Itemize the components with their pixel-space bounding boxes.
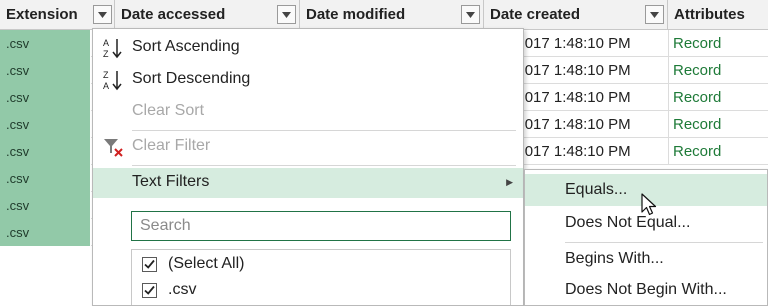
- menu-item-label: Sort Descending: [132, 70, 251, 87]
- extension-cell[interactable]: .csv: [0, 165, 91, 192]
- menu-separator: [132, 165, 516, 166]
- search-box[interactable]: [131, 211, 511, 241]
- column-divider: [668, 84, 669, 111]
- submenu-arrow-icon: ▶: [506, 177, 513, 187]
- search-input[interactable]: [132, 212, 510, 240]
- column-header-date-accessed[interactable]: Date accessed: [115, 0, 300, 30]
- column-header-label: Attributes: [674, 6, 745, 23]
- cell-text: .csv: [6, 117, 30, 132]
- menu-item-label: Clear Sort: [132, 102, 205, 119]
- list-item-select-all[interactable]: (Select All): [132, 252, 510, 278]
- menu-item-label: Clear Filter: [132, 137, 211, 154]
- svg-text:A: A: [103, 81, 109, 91]
- svg-text:Z: Z: [103, 49, 109, 59]
- column-header-date-modified[interactable]: Date modified: [300, 0, 484, 30]
- menu-item-sort-descending[interactable]: Z A Sort Descending: [93, 65, 523, 95]
- cell-text: .csv: [6, 63, 30, 78]
- column-divider: [668, 57, 669, 84]
- sort-ascending-icon: A Z: [101, 36, 125, 60]
- cell-text: .csv: [6, 36, 30, 51]
- column-header-label: Date created: [490, 6, 581, 23]
- mouse-pointer-icon: [641, 193, 657, 222]
- column-divider: [668, 111, 669, 138]
- extension-cell[interactable]: .csv: [0, 57, 91, 84]
- column-header-label: Extension: [6, 6, 78, 23]
- checkmark-icon: [144, 285, 155, 295]
- attributes-cell[interactable]: Record: [673, 89, 721, 106]
- column-header-attributes[interactable]: Attributes: [668, 0, 768, 30]
- menu-item-text-filters[interactable]: Text Filters ▶: [93, 168, 523, 198]
- cell-text: .csv: [6, 144, 30, 159]
- checkmark-icon: [144, 259, 155, 269]
- filter-value-list: (Select All) .csv: [131, 249, 511, 305]
- column-header-date-created[interactable]: Date created: [484, 0, 668, 30]
- filter-dropdown-button[interactable]: [277, 5, 296, 24]
- column-header-extension[interactable]: Extension: [0, 0, 115, 30]
- column-divider: [668, 30, 669, 57]
- list-item-label: (Select All): [168, 255, 245, 272]
- extension-cell[interactable]: .csv: [0, 138, 91, 165]
- filter-dropdown-button[interactable]: [645, 5, 664, 24]
- submenu-item-does-not-begin-with[interactable]: Does Not Begin With...: [525, 274, 767, 306]
- list-item-label: .csv: [168, 281, 197, 298]
- extension-cell[interactable]: .csv: [0, 192, 91, 219]
- menu-item-clear-filter[interactable]: Clear Filter: [93, 132, 523, 162]
- column-header-row: Extension Date accessed Date modified Da…: [0, 0, 768, 30]
- menu-separator: [132, 130, 516, 131]
- chevron-down-icon: [650, 12, 659, 18]
- chevron-down-icon: [282, 12, 291, 18]
- chevron-down-icon: [466, 12, 475, 18]
- filter-dropdown-button[interactable]: [93, 5, 112, 24]
- submenu-item-label: Does Not Equal...: [565, 214, 691, 231]
- checkbox[interactable]: [142, 283, 157, 298]
- list-item[interactable]: .csv: [132, 278, 510, 304]
- chevron-down-icon: [98, 12, 107, 18]
- column-divider: [668, 138, 669, 165]
- cell-text: .csv: [6, 171, 30, 186]
- attributes-cell[interactable]: Record: [673, 116, 721, 133]
- filter-dropdown-menu: A Z Sort Ascending Z A Sort Descending C…: [92, 28, 524, 306]
- cell-text: .csv: [6, 225, 30, 240]
- submenu-item-label: Equals...: [565, 181, 628, 198]
- attributes-cell[interactable]: Record: [673, 143, 721, 160]
- extension-cell[interactable]: .csv: [0, 84, 91, 111]
- column-header-label: Date accessed: [121, 6, 226, 23]
- menu-item-label: Sort Ascending: [132, 38, 240, 55]
- extension-cell[interactable]: .csv: [0, 219, 91, 246]
- svg-text:A: A: [103, 38, 109, 48]
- svg-text:Z: Z: [103, 70, 109, 80]
- sort-descending-icon: Z A: [101, 68, 125, 92]
- extension-cell[interactable]: .csv: [0, 111, 91, 138]
- submenu-item-label: Does Not Begin With...: [565, 281, 727, 298]
- menu-item-clear-sort[interactable]: Clear Sort: [93, 97, 523, 127]
- clear-filter-icon: [101, 135, 125, 159]
- attributes-cell[interactable]: Record: [673, 62, 721, 79]
- submenu-item-label: Begins With...: [565, 250, 664, 267]
- checkbox[interactable]: [142, 257, 157, 272]
- filter-dropdown-button[interactable]: [461, 5, 480, 24]
- menu-item-label: Text Filters: [132, 173, 210, 190]
- text-filters-submenu: Equals... Does Not Equal... Begins With.…: [524, 169, 768, 306]
- cell-text: .csv: [6, 198, 30, 213]
- extension-cell[interactable]: .csv: [0, 30, 91, 57]
- attributes-cell[interactable]: Record: [673, 35, 721, 52]
- submenu-item-begins-with[interactable]: Begins With...: [525, 243, 767, 275]
- column-header-label: Date modified: [306, 6, 406, 23]
- menu-item-sort-ascending[interactable]: A Z Sort Ascending: [93, 33, 523, 63]
- cell-text: .csv: [6, 90, 30, 105]
